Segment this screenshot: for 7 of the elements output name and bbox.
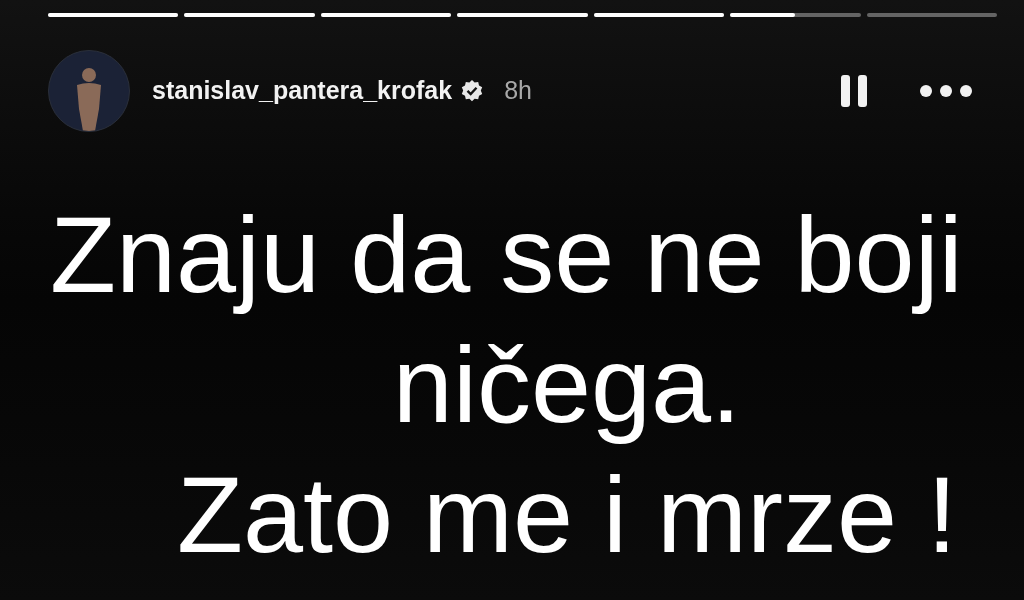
story-text-line: ničega. — [392, 324, 742, 445]
pause-icon[interactable] — [840, 74, 868, 108]
post-time: 8h — [504, 75, 532, 107]
story-text-line: Zato me i mrze ! — [176, 454, 958, 575]
username[interactable]: stanislav_pantera_krofak — [152, 72, 453, 110]
story-text-line: Znaju da se ne boji — [50, 194, 963, 315]
more-options-icon[interactable] — [920, 85, 972, 97]
